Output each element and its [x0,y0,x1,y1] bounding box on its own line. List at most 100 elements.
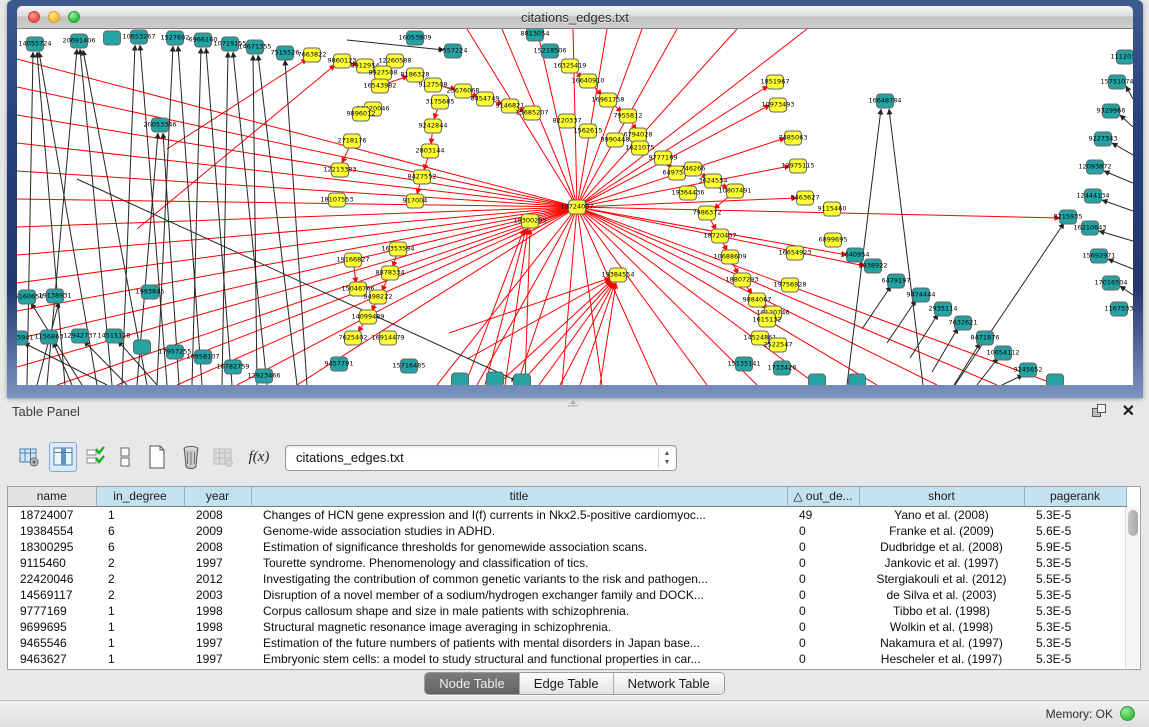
network-node[interactable]: 19384554 [601,268,634,282]
network-node[interactable]: 9457791 [325,357,354,371]
network-edge[interactable] [206,48,232,385]
table-row[interactable]: 1872400712008Changes of HCN gene express… [8,506,1126,523]
network-node[interactable]: 3175685 [426,95,455,109]
network-node[interactable]: 9777169 [649,151,678,165]
network-node[interactable]: 16961758 [591,93,624,107]
network-edge[interactable] [1104,171,1133,183]
network-node[interactable]: 19166827 [336,253,369,267]
network-edge[interactable] [1102,200,1133,211]
splitter-handle-icon[interactable] [566,400,580,407]
network-node[interactable]: 12975115 [781,159,814,173]
network-node[interactable]: 10688609 [713,250,746,264]
network-node[interactable]: 2522547 [764,338,793,352]
network-node[interactable]: 12942737 [63,329,96,343]
network-edge[interactable] [178,46,202,385]
network-node[interactable]: 1851967 [761,75,790,89]
network-edge[interactable] [887,300,916,343]
select-all-columns-button[interactable] [81,442,109,472]
tab-edge-table[interactable]: Edge Table [519,673,613,694]
network-edge[interactable] [577,29,807,207]
function-builder-button[interactable]: f(x) [245,442,273,472]
network-edge[interactable] [562,207,577,385]
network-edge[interactable] [1120,286,1133,295]
table-row[interactable]: 1456911722003Disruption of a novel membe… [8,587,1126,603]
table-row[interactable]: 946362711997Embryonic stem cells: a mode… [8,651,1126,667]
delete-table-button[interactable] [177,442,205,472]
tab-network-table[interactable]: Network Table [613,673,724,694]
network-node[interactable]: 15751074 [1100,75,1133,89]
network-edge[interactable] [31,303,82,385]
network-node[interactable]: 8471876 [971,331,1000,345]
close-panel-icon[interactable]: ✕ [1122,401,1135,421]
network-node[interactable]: 15716485 [392,359,425,373]
network-node[interactable]: 746266 [681,162,706,176]
network-edge[interactable] [347,40,444,50]
network-edge[interactable] [1099,231,1133,241]
network-node[interactable]: 15692971 [1082,249,1115,263]
network-edge[interactable] [17,199,577,207]
network-node[interactable]: 9242844 [419,119,448,133]
network-node[interactable]: 7986372 [693,206,722,220]
network-edge[interactable] [932,328,958,372]
network-node[interactable] [1047,374,1064,385]
table-row[interactable]: 911546021997Tourette syndrome. Phenomeno… [8,555,1126,571]
network-node[interactable]: 2803144 [416,144,445,158]
network-node[interactable]: 15135141 [727,357,760,371]
network-node[interactable]: 7955812 [614,109,643,123]
network-edge[interactable] [577,207,1057,385]
network-node[interactable]: 1167533 [1105,302,1133,316]
network-edge[interactable] [1126,86,1133,99]
network-node[interactable]: 10654112 [986,346,1019,360]
network-node[interactable] [849,374,866,385]
network-node[interactable]: 9927508 [369,66,398,80]
network-node[interactable]: 1562615 [574,124,603,138]
show-column-button[interactable] [49,442,77,472]
network-node[interactable]: 9884067 [743,293,772,307]
table-row[interactable]: 946554611997Estimation of the future num… [8,635,1126,651]
network-node[interactable]: 1733426 [768,361,797,375]
network-edge[interactable] [137,65,335,229]
network-node[interactable]: 10958107 [186,350,219,364]
table-row[interactable]: 969969511998Structural magnetic resonanc… [8,619,1126,635]
table-scrollbar-thumb[interactable] [1128,510,1138,536]
network-node[interactable]: 8215935 [1054,210,1083,224]
network-node[interactable]: 16053809 [398,31,431,45]
network-node[interactable]: 7632621 [949,316,978,330]
network-edge[interactable] [954,343,980,385]
network-node[interactable]: 18807293 [725,273,758,287]
network-node[interactable]: 15685207 [515,106,548,120]
column-header-year[interactable]: year [184,487,251,506]
network-node[interactable]: 9938922 [859,259,888,273]
network-node[interactable]: 10653267 [122,30,155,44]
network-node[interactable]: 8813054 [521,29,550,41]
table-row[interactable]: 1830029562008Estimation of significance … [8,539,1126,555]
network-edge[interactable] [17,143,577,207]
network-node[interactable]: 9127508 [419,78,448,92]
network-node[interactable]: 16210643 [1073,221,1106,235]
network-node[interactable]: 14515118 [97,329,130,343]
network-graph[interactable]: 1405572420691406106532671527602696616010… [17,29,1133,385]
network-node[interactable]: 16353594 [381,242,414,256]
network-node[interactable]: 2935114 [929,302,958,316]
network-node[interactable]: 9896012 [347,107,376,121]
network-edge[interactable] [17,207,577,227]
network-edge[interactable] [253,55,257,385]
network-node[interactable]: 16543982 [363,79,396,93]
column-header-short[interactable]: short [859,487,1024,506]
table-row[interactable]: 1938455462009Genome-wide association stu… [8,523,1126,539]
network-node[interactable]: 19138931 [38,289,71,303]
network-node[interactable]: 15218506 [533,44,566,58]
network-node[interactable] [809,374,826,385]
column-header-out_de[interactable]: △ out_de... [787,487,859,506]
network-edge[interactable] [577,207,707,385]
network-node[interactable]: 8878334 [376,266,405,280]
network-edge[interactable] [258,55,297,385]
network-node[interactable] [452,373,469,385]
table-row[interactable]: 2242004622012Investigating the contribut… [8,571,1126,587]
network-node[interactable]: 8427552 [408,170,437,184]
column-header-pagerank[interactable]: pagerank [1024,487,1126,506]
network-node[interactable]: 1615132 [753,313,782,327]
network-node[interactable]: 2718176 [338,134,367,148]
network-node[interactable]: 16914479 [371,331,404,345]
float-panel-icon[interactable] [1092,404,1107,419]
